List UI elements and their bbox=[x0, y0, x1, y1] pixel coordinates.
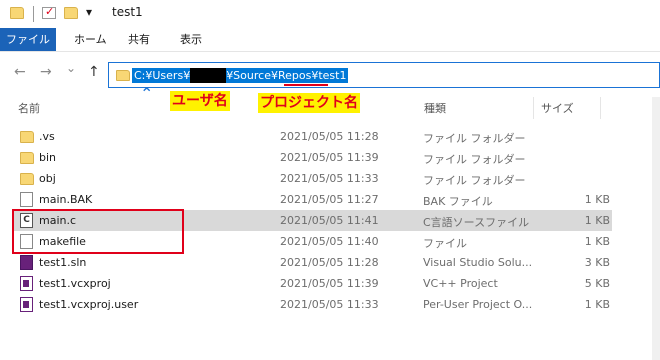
forward-arrow-icon[interactable]: → bbox=[40, 64, 52, 80]
file-size: 1 KB bbox=[584, 298, 610, 311]
folder-icon bbox=[10, 7, 24, 19]
tab-share[interactable]: 共有 bbox=[118, 28, 160, 51]
tab-view[interactable]: 表示 bbox=[170, 28, 212, 51]
file-date: 2021/05/05 11:33 bbox=[280, 298, 379, 311]
file-name: bin bbox=[39, 151, 57, 164]
recent-locations-icon[interactable]: ⌄ bbox=[66, 61, 76, 75]
back-arrow-icon[interactable]: ← bbox=[14, 64, 26, 80]
file-date: 2021/05/05 11:33 bbox=[280, 172, 379, 185]
column-divider[interactable] bbox=[533, 97, 534, 119]
file-date: 2021/05/05 11:28 bbox=[280, 256, 379, 269]
address-path[interactable]: C:¥Users¥ ¥Source¥Repos¥test1 bbox=[132, 68, 349, 83]
check-icon: ✓ bbox=[45, 5, 55, 18]
file-name: obj bbox=[39, 172, 56, 185]
file-row[interactable]: .vs 2021/05/05 11:28 ファイル フォルダー bbox=[12, 126, 612, 147]
new-folder-icon[interactable] bbox=[64, 7, 78, 19]
qat-dropdown-icon[interactable]: ▾ bbox=[86, 5, 92, 19]
file-type: ファイル フォルダー bbox=[423, 132, 526, 145]
up-arrow-icon[interactable]: ↑ bbox=[88, 64, 100, 80]
divider bbox=[33, 6, 34, 22]
file-type: Per-User Project O... bbox=[423, 298, 533, 311]
file-row[interactable]: bin 2021/05/05 11:39 ファイル フォルダー bbox=[12, 147, 612, 168]
file-name: test1.vcxproj bbox=[39, 277, 111, 290]
column-divider[interactable] bbox=[600, 97, 601, 119]
file-type: BAK ファイル bbox=[423, 195, 493, 208]
file-row[interactable]: test1.vcxproj.user 2021/05/05 11:33 Per-… bbox=[12, 294, 612, 315]
file-name: test1.sln bbox=[39, 256, 87, 269]
file-date: 2021/05/05 11:41 bbox=[280, 214, 379, 227]
file-date: 2021/05/05 11:28 bbox=[280, 130, 379, 143]
file-type: ファイル フォルダー bbox=[423, 174, 526, 187]
file-type: ファイル フォルダー bbox=[423, 153, 526, 166]
title-bar: ✓ ▾ test1 bbox=[0, 0, 660, 28]
file-row[interactable]: test1.vcxproj 2021/05/05 11:39 VC++ Proj… bbox=[12, 273, 612, 294]
address-path-suffix: ¥Source¥Repos¥test1 bbox=[226, 69, 347, 82]
file-row[interactable]: test1.sln 2021/05/05 11:28 Visual Studio… bbox=[12, 252, 612, 273]
vertical-scrollbar[interactable] bbox=[652, 97, 660, 360]
document-icon bbox=[20, 192, 33, 207]
properties-icon[interactable]: ✓ bbox=[42, 5, 56, 19]
column-name[interactable]: 名前 bbox=[18, 100, 40, 116]
file-type: C言語ソースファイル bbox=[423, 216, 530, 229]
file-name: main.BAK bbox=[39, 193, 93, 206]
tab-file[interactable]: ファイル bbox=[0, 28, 56, 51]
folder-icon bbox=[20, 152, 34, 164]
file-type: ファイル bbox=[423, 237, 467, 250]
address-bar[interactable]: C:¥Users¥ ¥Source¥Repos¥test1 bbox=[108, 62, 660, 88]
file-type: VC++ Project bbox=[423, 277, 498, 290]
navigation-bar: ← → ⌄ ↑ C:¥Users¥ ¥Source¥Repos¥test1 bbox=[0, 56, 660, 90]
folder-icon bbox=[116, 70, 130, 81]
file-date: 2021/05/05 11:40 bbox=[280, 235, 379, 248]
folder-icon bbox=[20, 173, 34, 185]
visual-studio-solution-icon bbox=[20, 255, 33, 270]
file-size: 5 KB bbox=[584, 277, 610, 290]
file-name: .vs bbox=[39, 130, 55, 143]
column-header: 名前 種類 サイズ bbox=[0, 97, 660, 119]
redacted-username bbox=[190, 68, 227, 83]
address-path-prefix: C:¥Users¥ bbox=[134, 69, 191, 82]
file-row[interactable]: main.BAK 2021/05/05 11:27 BAK ファイル 1 KB bbox=[12, 189, 612, 210]
file-date: 2021/05/05 11:39 bbox=[280, 151, 379, 164]
file-row[interactable]: obj 2021/05/05 11:33 ファイル フォルダー bbox=[12, 168, 612, 189]
window-title: test1 bbox=[112, 5, 143, 19]
ribbon: ファイル ホーム 共有 表示 bbox=[0, 28, 660, 52]
column-type[interactable]: 種類 bbox=[424, 100, 446, 116]
file-date: 2021/05/05 11:39 bbox=[280, 277, 379, 290]
folder-icon bbox=[20, 131, 34, 143]
file-name: test1.vcxproj.user bbox=[39, 298, 139, 311]
file-date: 2021/05/05 11:27 bbox=[280, 193, 379, 206]
file-size: 1 KB bbox=[584, 235, 610, 248]
file-size: 1 KB bbox=[584, 193, 610, 206]
vcxproj-user-icon bbox=[20, 297, 33, 312]
file-size: 3 KB bbox=[584, 256, 610, 269]
tab-home[interactable]: ホーム bbox=[64, 28, 117, 51]
column-size[interactable]: サイズ bbox=[541, 100, 574, 116]
file-size: 1 KB bbox=[584, 214, 610, 227]
vcxproj-icon bbox=[20, 276, 33, 291]
file-type: Visual Studio Solu... bbox=[423, 256, 533, 269]
underline-annotation bbox=[284, 84, 328, 86]
highlight-box-annotation bbox=[12, 209, 184, 254]
